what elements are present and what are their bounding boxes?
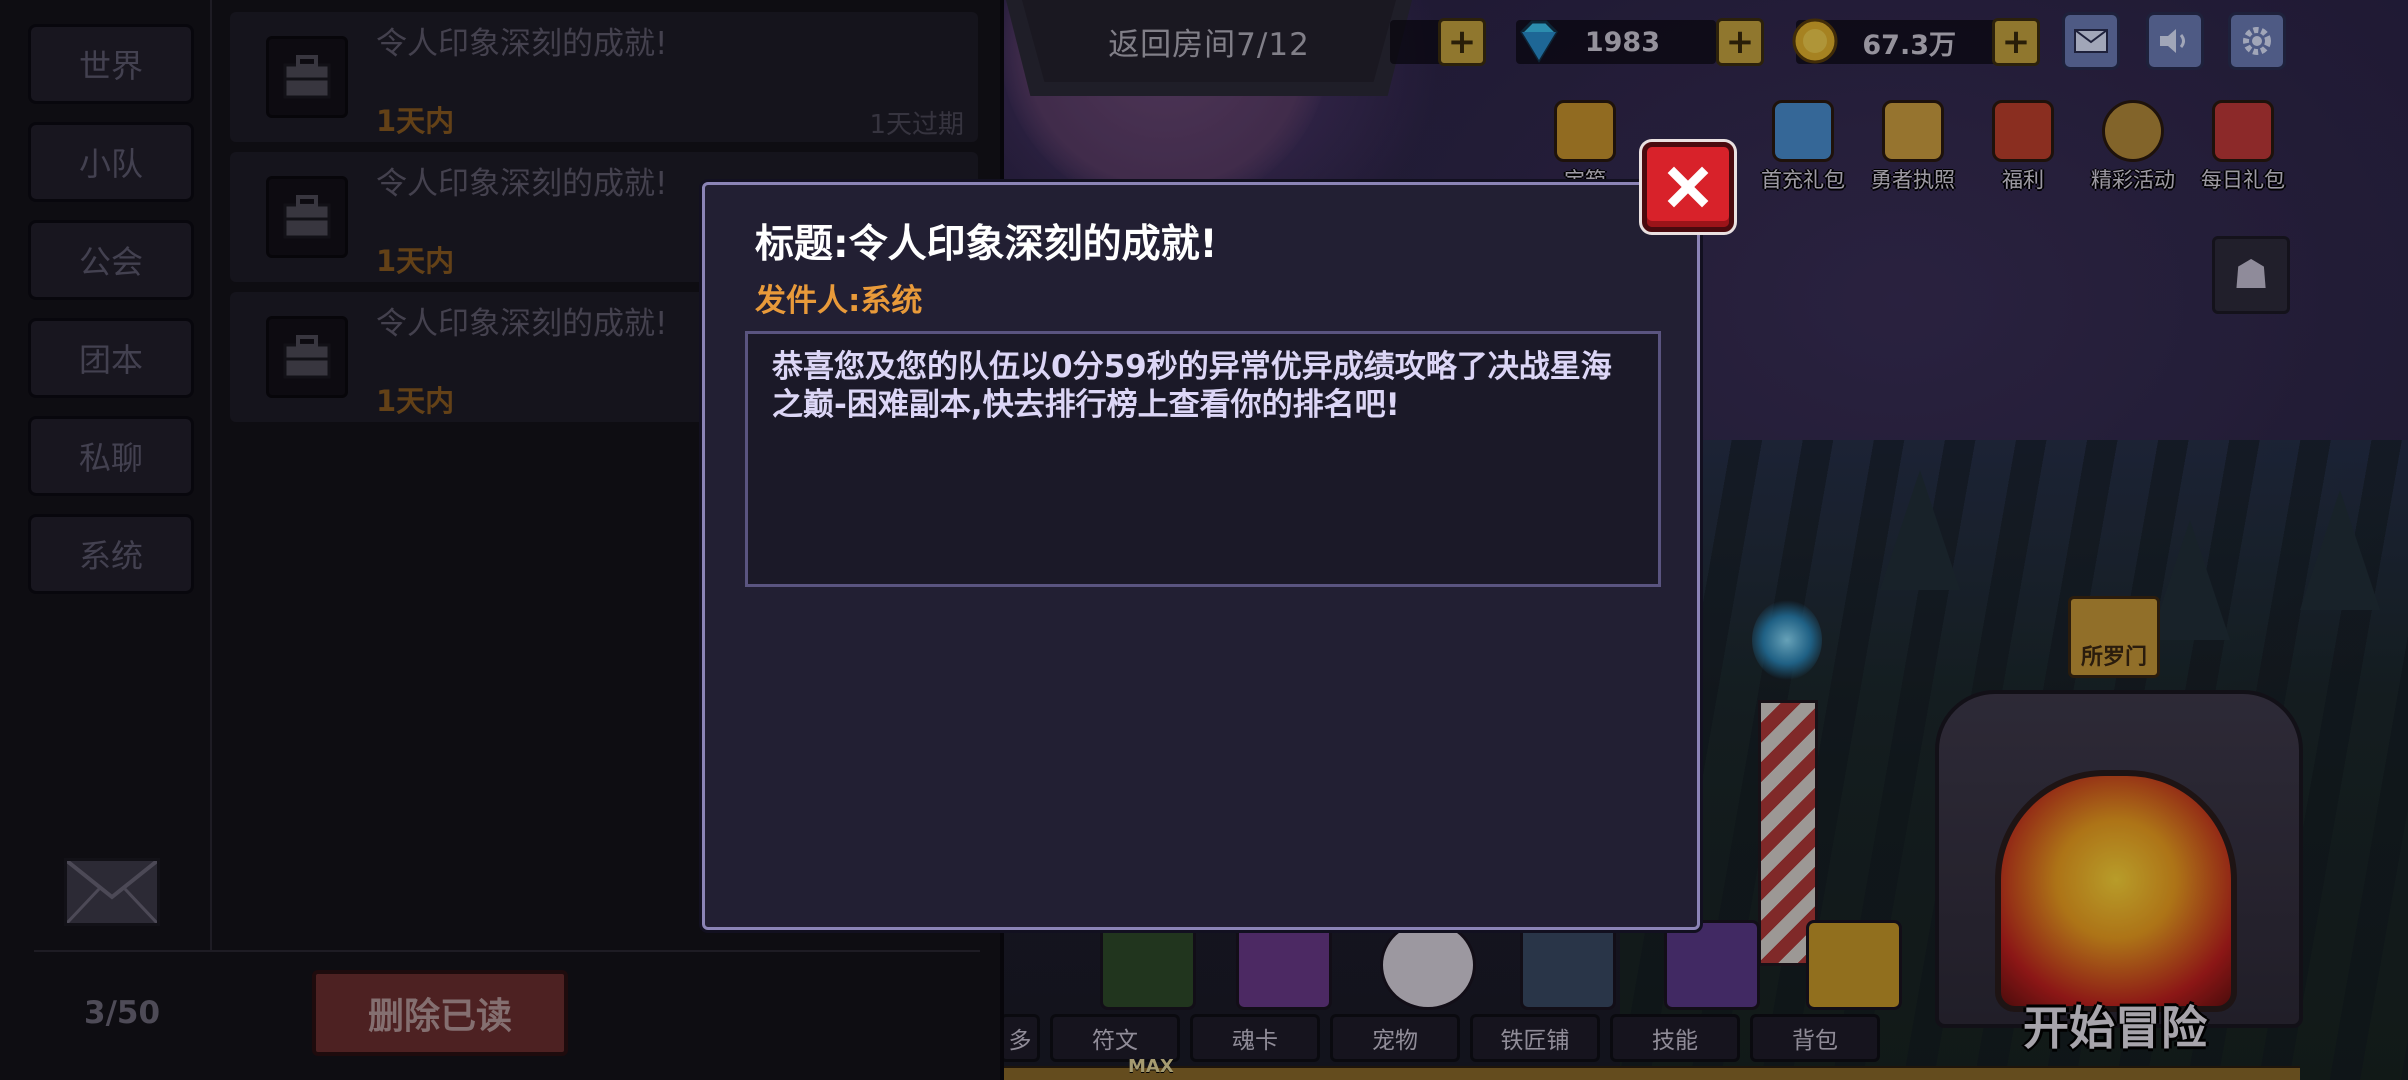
mail-detail-sender: 发件人:系统 (755, 283, 923, 319)
mail-detail-title: 标题:令人印象深刻的成就! (755, 222, 1218, 267)
mail-detail-body: 恭喜您及您的队伍以0分59秒的异常优异成绩攻略了决战星海之巅-困难副本,快去排行… (772, 349, 1612, 423)
mail-detail-body-box: 恭喜您及您的队伍以0分59秒的异常优异成绩攻略了决战星海之巅-困难副本,快去排行… (745, 331, 1661, 587)
close-icon (1667, 166, 1709, 208)
mail-detail-dialog: 标题:令人印象深刻的成就! 发件人:系统 恭喜您及您的队伍以0分59秒的异常优异… (702, 182, 1700, 930)
close-button[interactable] (1642, 142, 1734, 232)
game-screen: 所罗门 返回房间7/12 4 + 1983 + 67.3万 + (0, 0, 2408, 1080)
